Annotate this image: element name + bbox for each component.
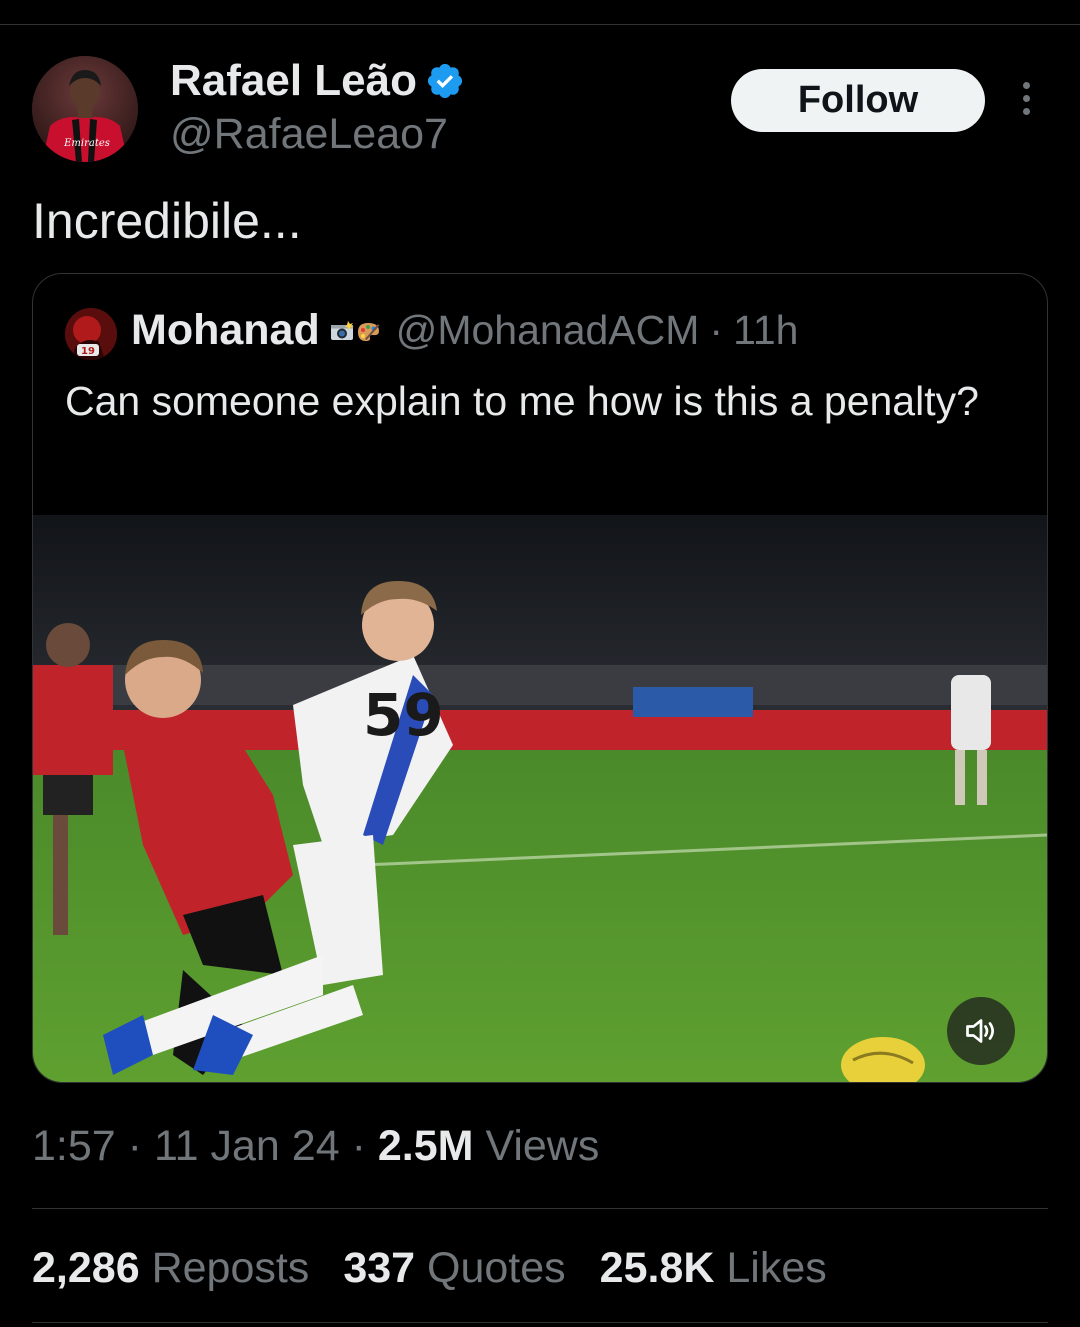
tweet-time[interactable]: 1:57 (32, 1122, 116, 1170)
author-name[interactable]: Rafael Leão (170, 56, 465, 106)
separator-dot: · (709, 307, 724, 353)
tweet-text: Incredibile... (32, 193, 302, 249)
quotes-count: 337 (343, 1244, 416, 1292)
likes-label: Likes (726, 1244, 827, 1292)
svg-text:59: 59 (363, 681, 444, 749)
author-name-text[interactable]: Rafael Leão (170, 56, 417, 106)
camera-palette-emoji-icon (330, 320, 380, 341)
quotes-label: Quotes (427, 1244, 566, 1292)
quote-timestamp[interactable]: 11h (733, 307, 798, 354)
svg-text:19: 19 (81, 346, 95, 357)
quotes-stat[interactable]: 337 Quotes (343, 1244, 565, 1293)
verified-badge-icon (427, 63, 463, 99)
quote-author-name[interactable]: Mohanad (131, 306, 320, 355)
quote-avatar-image: 19 (65, 308, 117, 360)
follow-button[interactable]: Follow (731, 69, 985, 132)
divider (32, 1322, 1048, 1323)
views-label: Views (485, 1122, 600, 1170)
svg-text:Emirates: Emirates (63, 138, 110, 149)
quote-author-handle[interactable]: @MohanadACM (396, 307, 700, 354)
sound-toggle-button[interactable] (947, 997, 1015, 1065)
tweet-metadata: 1:57 · 11 Jan 24 · 2.5M Views (32, 1122, 599, 1171)
quote-video-media[interactable]: 59 (33, 515, 1047, 1082)
tweet-page: Emirates Rafael Leão @RafaeLeao7 Follow … (0, 0, 1080, 1327)
quoted-tweet-card[interactable]: 19 Mohanad @MohanadACM · 11h Can someone… (32, 273, 1048, 1083)
divider (32, 1208, 1048, 1209)
engagement-stats: 2,286 Reposts 337 Quotes 25.8K Likes (32, 1244, 861, 1293)
speaker-icon (966, 1019, 994, 1043)
separator-dot: · (351, 1122, 366, 1170)
quote-author-avatar[interactable]: 19 (65, 308, 117, 360)
more-options-icon[interactable] (1010, 82, 1042, 122)
football-video-thumbnail: 59 (33, 515, 1047, 1082)
likes-count: 25.8K (599, 1244, 715, 1292)
author-handle[interactable]: @RafaeLeao7 (170, 110, 448, 159)
views-count: 2.5M (377, 1122, 474, 1170)
likes-stat[interactable]: 25.8K Likes (600, 1244, 827, 1293)
separator-dot: · (127, 1122, 142, 1170)
reposts-label: Reposts (151, 1244, 310, 1292)
tweet-date[interactable]: 11 Jan 24 (154, 1122, 340, 1170)
player-avatar-image: Emirates (32, 56, 138, 162)
author-avatar[interactable]: Emirates (32, 56, 138, 162)
quote-header: Mohanad @MohanadACM · 11h (131, 306, 798, 355)
reposts-count: 2,286 (32, 1244, 140, 1292)
reposts-stat[interactable]: 2,286 Reposts (32, 1244, 309, 1293)
quote-text: Can someone explain to me how is this a … (65, 378, 979, 424)
top-divider (0, 24, 1080, 25)
